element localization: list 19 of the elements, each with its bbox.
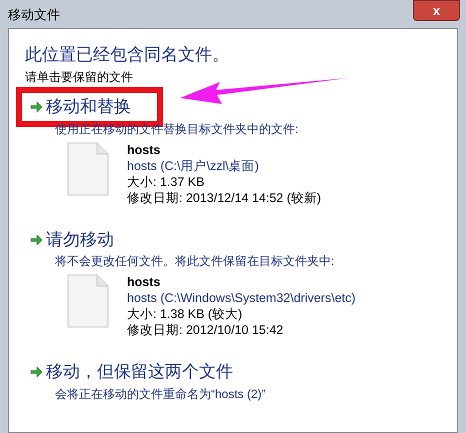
- file-path: hosts (C:\用户\zzl\桌面): [127, 158, 260, 174]
- arrow-icon: [30, 366, 43, 378]
- dialog-heading: 此位置已经包含同名文件。: [25, 44, 230, 66]
- option-description: 会将正在移动的文件重命名为“hosts (2)”: [55, 386, 267, 403]
- close-button[interactable]: x: [413, 0, 460, 21]
- file-name: hosts: [127, 142, 162, 158]
- option-description: 将不会更改任何文件。将此文件保留在目标文件夹中:: [55, 253, 336, 270]
- file-date: 修改日期: 2013/12/14 14:52 (较新): [127, 190, 322, 206]
- file-size: 大小: 1.38 KB (较大): [127, 306, 244, 322]
- arrow-icon: [30, 234, 43, 246]
- file-date: 修改日期: 2012/10/10 15:42: [127, 322, 284, 338]
- arrow-icon: [30, 101, 43, 113]
- file-path: hosts (C:\Windows\System32\drivers\etc): [127, 290, 356, 306]
- file-size: 大小: 1.37 KB: [127, 174, 206, 190]
- instruction-text: 请单击要保留的文件: [25, 69, 134, 86]
- file-icon: [67, 274, 109, 328]
- file-icon: [67, 142, 109, 196]
- file-name: hosts: [127, 274, 162, 290]
- window-title: 移动文件: [8, 6, 60, 24]
